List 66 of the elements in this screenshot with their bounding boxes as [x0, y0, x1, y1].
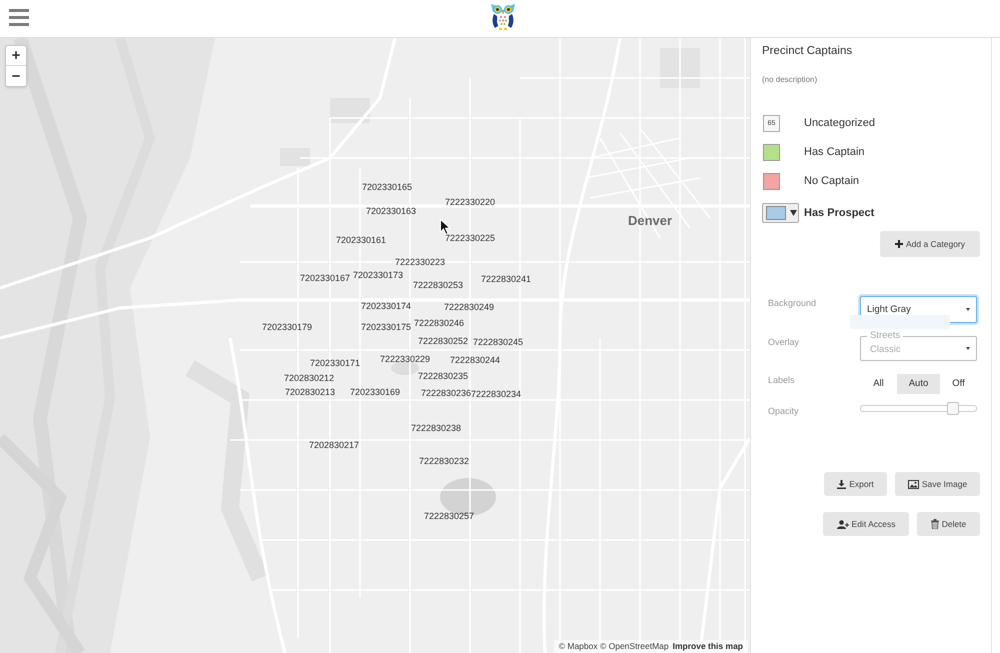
improve-map-link[interactable]: Improve this map: [672, 642, 743, 651]
precinct-label: 7222830241: [481, 274, 532, 285]
city-label: Denver: [628, 214, 672, 227]
precinct-label: 7222830246: [414, 318, 464, 329]
precinct-label: 7222330220: [445, 197, 496, 208]
setting-label: Opacity: [768, 405, 800, 417]
precinct-label: 7202330161: [336, 235, 386, 246]
precinct-label: 7222830234: [471, 389, 522, 400]
delete-button[interactable]: Delete: [917, 512, 980, 536]
precinct-label: 7202830213: [285, 387, 336, 398]
trash-icon: [930, 519, 939, 529]
color-picker-dropdown[interactable]: [762, 203, 799, 223]
precinct-label: 7202330173: [353, 270, 404, 281]
category-label[interactable]: Has Prospect: [804, 206, 874, 220]
precinct-label: 7222830249: [444, 302, 494, 313]
label-mode-option[interactable]: Off: [940, 374, 977, 394]
setting-label: Background: [768, 297, 818, 309]
attribution-text: © Mapbox © OpenStreetMap: [558, 642, 669, 651]
opacity-slider-thumb[interactable]: [947, 402, 960, 415]
user-plus-icon: [836, 520, 849, 528]
caret-down-icon: [790, 210, 797, 216]
opacity-slider-track[interactable]: [860, 405, 977, 412]
precinct-label: 7222330225: [445, 233, 496, 244]
precinct-label: 7222830236: [421, 388, 472, 399]
caret-down-icon: [966, 347, 970, 350]
description-text: (no description): [762, 75, 818, 85]
download-icon: [837, 480, 846, 488]
precinct-label: 7202330169: [350, 387, 400, 398]
precinct-label: 7222830238: [411, 423, 462, 434]
precinct-label: 7202330167: [300, 273, 350, 284]
precinct-label: 7222830235: [418, 371, 468, 382]
edit-access-button[interactable]: Edit Access: [823, 512, 909, 536]
precinct-label: 7202330174: [361, 301, 412, 312]
precinct-label: 7222830253: [413, 280, 464, 291]
image-icon: [908, 480, 919, 488]
plus-icon: [894, 240, 903, 248]
precinct-label: 7202830217: [309, 440, 360, 451]
precinct-label: 7202330163: [366, 206, 416, 217]
setting-label: Overlay: [768, 336, 800, 348]
panel-title: Precinct Captains: [762, 44, 854, 58]
precinct-label: 7202330179: [262, 322, 312, 333]
precinct-label: 7222330229: [380, 354, 430, 365]
zoom-out-button[interactable]: −: [6, 66, 26, 86]
precinct-label: 7222830245: [473, 337, 524, 348]
caret-down-icon: [966, 308, 970, 311]
precinct-label: 7202330171: [310, 358, 360, 369]
precinct-label: 7222330223: [395, 257, 446, 268]
precinct-label: 7222830232: [419, 456, 470, 467]
precinct-label: 7202830212: [284, 373, 334, 384]
precinct-label: 7222830257: [424, 511, 474, 522]
category-label[interactable]: Uncategorized: [804, 117, 875, 130]
export-button[interactable]: Export: [824, 472, 887, 496]
precinct-label: 7222830252: [418, 336, 468, 347]
precinct-label: 7202330175: [361, 322, 412, 333]
menu-icon[interactable]: [9, 9, 29, 26]
category-label[interactable]: No Captain: [804, 175, 860, 188]
category-label[interactable]: Has Captain: [804, 146, 865, 159]
save-image-button[interactable]: Save Image: [895, 472, 980, 496]
label-mode-option[interactable]: Auto: [897, 374, 940, 394]
setting-label: Labels: [768, 374, 796, 386]
add-category-button[interactable]: Add a Category: [880, 231, 980, 257]
precinct-label: 7202330165: [362, 182, 412, 193]
mouse-pointer-icon: [440, 219, 451, 235]
zoom-in-button[interactable]: +: [6, 46, 26, 66]
precinct-label: 7222830244: [450, 355, 500, 366]
label-mode-option[interactable]: All: [860, 374, 897, 394]
